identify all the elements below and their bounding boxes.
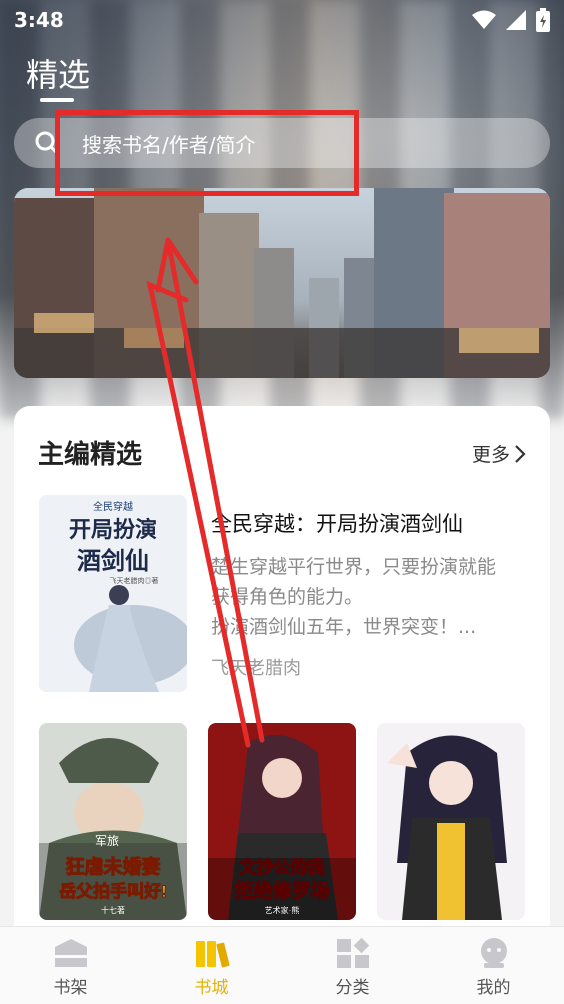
annotation-arrow-icon [146,237,265,748]
